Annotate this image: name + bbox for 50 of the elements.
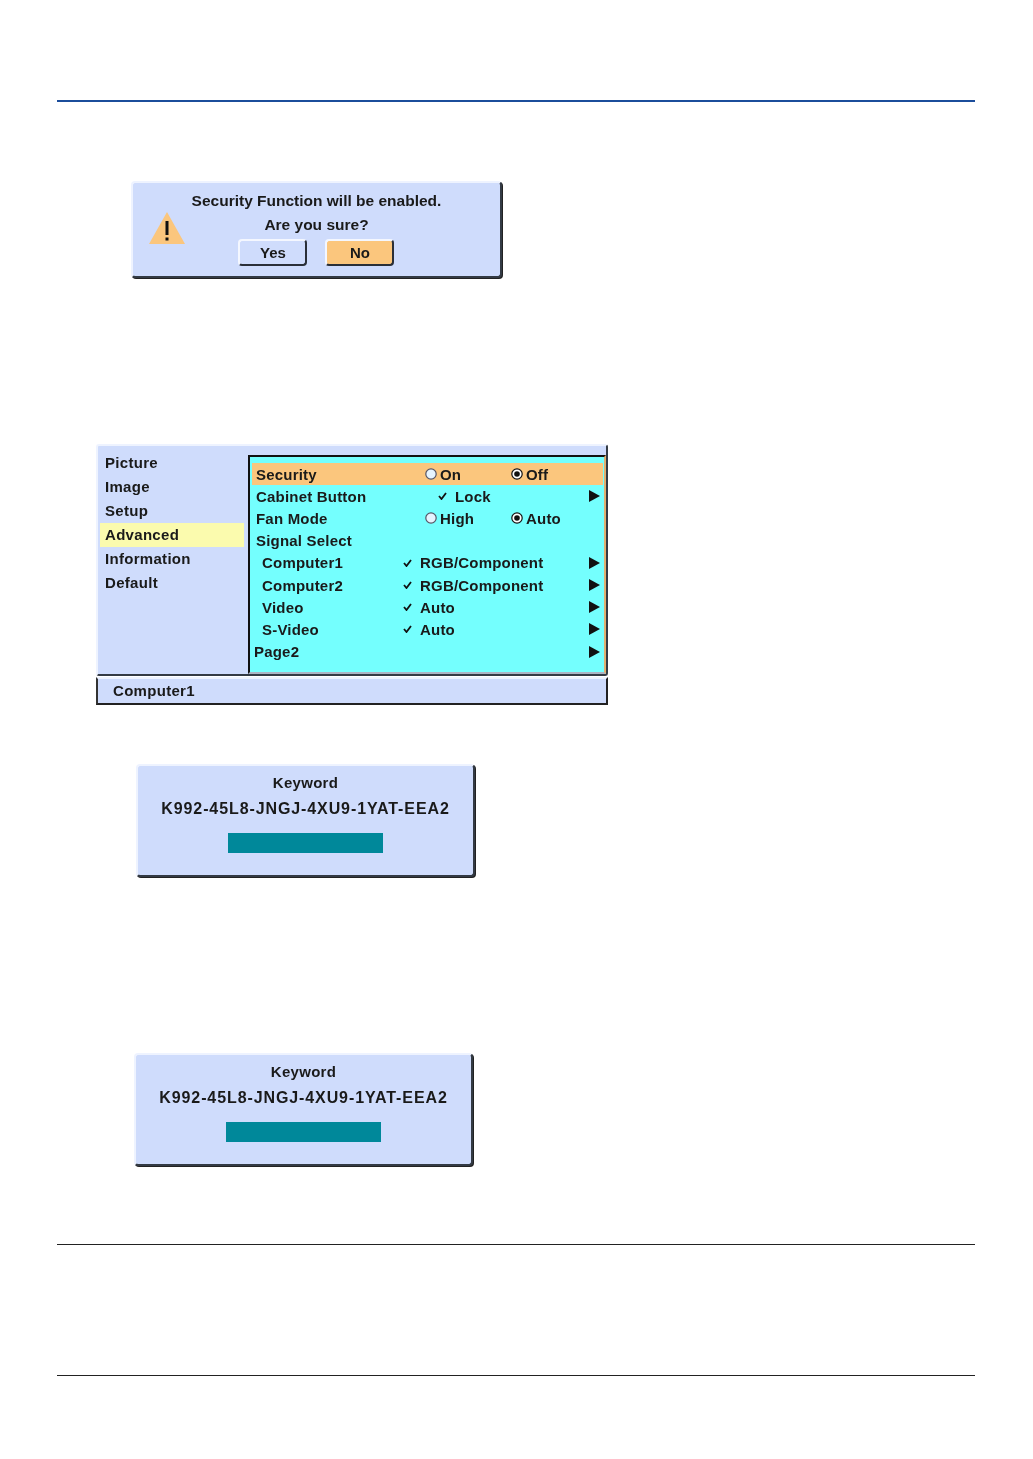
keyword-code: K992-45L8-JNGJ-4XU9-1YAT-EEA2	[161, 799, 450, 819]
menu-item[interactable]: Signal Select	[252, 529, 603, 552]
check-icon	[403, 558, 412, 567]
menu-tab[interactable]: Advanced	[100, 523, 244, 547]
radio-option[interactable]: High	[425, 509, 511, 527]
check-icon	[403, 625, 412, 634]
menu-item[interactable]: Page2	[252, 640, 603, 663]
radio-option[interactable]: On	[425, 465, 511, 483]
item-label: Computer2	[261, 576, 344, 594]
status-bar: Computer1	[96, 677, 608, 705]
menu-tab[interactable]: Image	[100, 475, 244, 499]
value-text: RGB/Component	[420, 576, 544, 594]
menu-item[interactable]: Computer1 RGB/Component	[252, 551, 603, 574]
item-label: Cabinet Button	[255, 487, 368, 505]
dialog-question: Are you sure?	[264, 215, 369, 235]
menu-tab[interactable]: Information	[100, 547, 244, 571]
menu-tab[interactable]: Picture	[100, 451, 244, 475]
value-text: Auto	[420, 620, 455, 638]
keyword-code: K992-45L8-JNGJ-4XU9-1YAT-EEA2	[159, 1088, 448, 1108]
dialog-title: Keyword	[272, 773, 339, 793]
menu-item[interactable]: Security On Off	[252, 463, 603, 486]
item-label: Page2	[254, 643, 301, 661]
item-label: Computer1	[261, 554, 344, 572]
check-icon	[438, 492, 447, 501]
item-label: Security	[255, 465, 318, 483]
menu-item[interactable]: Computer2 RGB/Component	[252, 573, 603, 597]
input-field[interactable]	[228, 833, 383, 853]
menu-tab[interactable]: Default	[100, 571, 244, 595]
menu-item[interactable]: Fan Mode High Auto	[252, 507, 603, 530]
menu-tab[interactable]: Setup	[100, 499, 244, 523]
dialog-button[interactable]: No	[325, 239, 395, 266]
dialog-message: Security Function will be enabled.	[191, 191, 442, 211]
dialog-title: Keyword	[270, 1062, 337, 1082]
value-text: Lock	[455, 487, 491, 505]
menu-item[interactable]: Video Auto	[252, 596, 603, 619]
value-text: RGB/Component	[420, 554, 544, 572]
menu-item[interactable]: Cabinet Button Lock	[252, 485, 603, 508]
item-label: Fan Mode	[255, 509, 329, 527]
dialog-button[interactable]: Yes	[238, 239, 308, 266]
menu-item[interactable]: S-Video Auto	[252, 618, 603, 641]
radio-option[interactable]: Off	[511, 465, 597, 483]
item-label: Signal Select	[255, 532, 353, 550]
warning-icon	[148, 210, 186, 245]
check-icon	[403, 581, 412, 590]
item-label: Video	[261, 598, 305, 616]
input-field[interactable]	[226, 1122, 381, 1142]
value-text: Auto	[420, 598, 455, 616]
radio-option[interactable]: Auto	[511, 509, 597, 527]
check-icon	[403, 603, 412, 612]
item-label: S-Video	[261, 620, 320, 638]
